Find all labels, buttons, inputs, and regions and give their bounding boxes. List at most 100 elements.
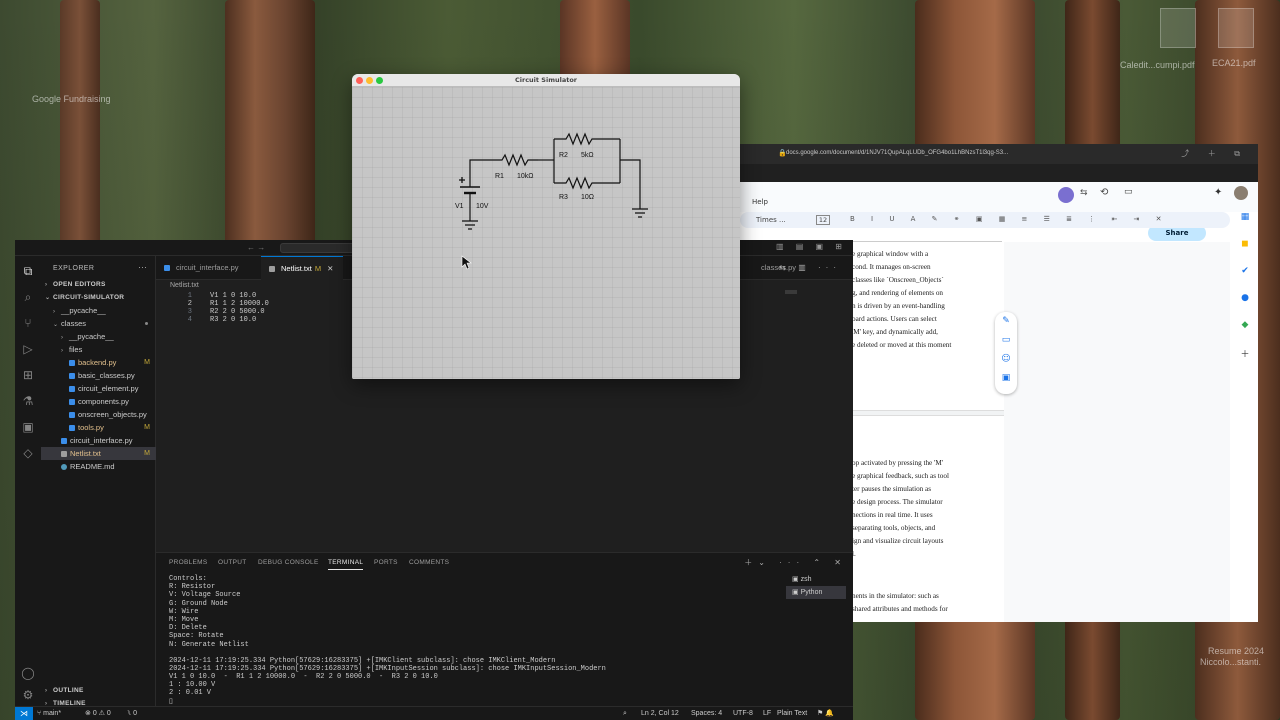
tree-folder[interactable]: › files (41, 343, 156, 356)
resistor-r1[interactable] (492, 153, 538, 167)
browser-controls-icon[interactable]: ⤴ ＋ ⧉ (1181, 148, 1248, 159)
docker-icon[interactable]: ◇ (21, 446, 35, 460)
contacts-icon[interactable]: ● (1236, 293, 1254, 320)
minimap[interactable] (785, 290, 797, 294)
minimize-window-button[interactable] (366, 77, 373, 84)
tree-file[interactable]: basic_classes.py (41, 369, 156, 382)
emoji-icon[interactable]: ☺ (995, 350, 1017, 369)
cursor-position[interactable]: Ln 2, Col 12 (641, 707, 679, 720)
remote-icon[interactable]: ⋊ (15, 707, 33, 720)
code-editor[interactable]: 1 V1 1 0 10.0 2 R1 1 2 10000.0 3 R2 2 0 500… (170, 292, 269, 324)
project-section[interactable]: ⌄ CIRCUIT-SIMULATOR (41, 291, 156, 304)
file-icon[interactable] (1160, 8, 1196, 48)
formatting-tools-icon[interactable]: B I U A ✎ ⚭ ▣ ▦ ≡ ☰ ≣ ⋮ ⇤ ⇥ ✕ (850, 215, 1169, 223)
font-size-field[interactable]: 12 (816, 215, 830, 225)
tab-netlist[interactable]: Netlist.txt M ✕ (261, 256, 344, 280)
code-line: 1 V1 1 0 10.0 (187, 292, 257, 300)
tree-folder[interactable]: ⌄ classes (41, 317, 156, 330)
document-page[interactable]: e graphical window with a cond. It manag… (852, 242, 1004, 622)
breadcrumb[interactable]: Netlist.txt (170, 282, 199, 289)
resistor-r2[interactable] (554, 132, 620, 146)
wire[interactable] (620, 159, 641, 209)
user-avatar[interactable] (1234, 186, 1248, 200)
editor-actions-icon[interactable]: ⇆ ▥ ··· (779, 263, 841, 272)
terminal-line: V1 1 0 10.0 - R1 1 2 10000.0 - R2 2 0 50… (169, 673, 438, 682)
testing-icon[interactable]: ⚗ (21, 394, 35, 408)
problems-status[interactable]: ⊗ 0 ⚠ 0 (85, 707, 111, 720)
notifications-icon[interactable]: ⚑ 🔔 (817, 707, 834, 720)
file-icon[interactable] (1218, 8, 1254, 48)
wire[interactable] (469, 159, 492, 187)
tasks-icon[interactable]: ✔ (1236, 266, 1254, 293)
tab-problems[interactable]: PROBLEMS (169, 559, 208, 566)
encoding[interactable]: UTF-8 (733, 707, 753, 720)
docs-header: Help ⇆ ⟲ ▭ Share ✦ (740, 182, 1258, 241)
language-mode[interactable]: Plain Text (777, 707, 807, 720)
tab-output[interactable]: OUTPUT (218, 559, 247, 566)
history-icon[interactable]: ⟲ (1100, 187, 1108, 198)
tree-file-selected[interactable]: Netlist.txt M (41, 447, 156, 460)
nav-arrows-icon[interactable]: ← → (247, 243, 265, 252)
terminal-session-python[interactable]: ▣ Python (786, 586, 846, 599)
suggest-icon[interactable]: ▣ (995, 369, 1017, 388)
url-field[interactable]: docs.google.com/document/d/1NJV71QupALqL… (786, 150, 1008, 156)
zoom-window-button[interactable] (376, 77, 383, 84)
tab-circuit-interface[interactable]: circuit_interface.py (156, 256, 249, 280)
search-icon[interactable]: ⌕ (21, 290, 35, 304)
font-select[interactable]: Times ... (756, 216, 786, 224)
python-file-icon (69, 360, 75, 366)
circuit-canvas[interactable]: R1 10kΩ R2 5kΩ R3 10Ω V1 10V (352, 87, 740, 379)
tab-ports[interactable]: PORTS (374, 559, 398, 566)
ground-left[interactable] (462, 220, 478, 230)
tab-comments[interactable]: COMMENTS (409, 559, 449, 566)
zoom-icon[interactable]: ⌕ (623, 707, 627, 720)
line-ending[interactable]: LF (763, 707, 771, 720)
terminal-output[interactable]: Controls: R: Resistor V: Voltage Source … (169, 575, 769, 706)
doc-text: e graphical window with a (852, 250, 929, 258)
explorer-icon[interactable]: ⧉ (21, 264, 35, 278)
gear-icon[interactable]: ⚙ (21, 688, 35, 702)
avatar[interactable] (1058, 187, 1074, 203)
close-window-button[interactable] (356, 77, 363, 84)
maps-icon[interactable]: ◆ (1236, 320, 1254, 347)
tree-file[interactable]: components.py (41, 395, 156, 408)
panel-actions-icon[interactable]: ＋⌄ ··· ⌃ ✕ (744, 557, 847, 568)
extensions-icon[interactable]: ⊞ (21, 368, 35, 382)
add-icon[interactable]: ＋ (1236, 347, 1254, 374)
layout-icons[interactable]: ▥ ▤ ▣ ⊞ (776, 242, 847, 251)
more-actions-icon[interactable]: ··· (138, 262, 147, 272)
tree-file[interactable]: tools.py M (41, 421, 156, 434)
ports-status[interactable]: ⑊ 0 (127, 707, 137, 720)
text-file-icon (269, 266, 275, 272)
outline-section[interactable]: › OUTLINE (41, 684, 156, 697)
branch-status[interactable]: ⑂ main* (37, 707, 61, 720)
run-debug-icon[interactable]: ▷ (21, 342, 35, 356)
edit-suggest-icon[interactable]: ✎ (995, 312, 1017, 331)
tree-folder[interactable]: › __pycache__ (41, 330, 156, 343)
resistor-r3[interactable] (554, 176, 620, 190)
tree-file[interactable]: circuit_element.py (41, 382, 156, 395)
add-comment-icon[interactable]: ▭ (995, 331, 1017, 350)
indentation[interactable]: Spaces: 4 (691, 707, 722, 720)
remote-icon[interactable]: ▣ (21, 420, 35, 434)
gemini-icon[interactable]: ✦ (1214, 187, 1222, 198)
tree-file[interactable]: onscreen_objects.py (41, 408, 156, 421)
desktop-label: Caledit...cumpi.pdf (1120, 60, 1195, 70)
menu-help[interactable]: Help (752, 198, 768, 206)
account-icon[interactable]: ◯ (21, 666, 35, 680)
tab-terminal[interactable]: TERMINAL (328, 559, 364, 570)
tree-file[interactable]: backend.py M (41, 356, 156, 369)
tree-file[interactable]: circuit_interface.py (41, 434, 156, 447)
source-control-icon[interactable]: ⑂ (21, 316, 35, 330)
tree-file[interactable]: README.md (41, 460, 156, 473)
close-icon[interactable]: ✕ (327, 264, 333, 273)
keep-icon[interactable]: ◼ (1236, 239, 1254, 266)
ground-right[interactable] (632, 208, 648, 218)
tab-debug-console[interactable]: DEBUG CONSOLE (258, 559, 319, 566)
comment-icon[interactable]: ▭ (1124, 187, 1133, 197)
open-editors-section[interactable]: › OPEN EDITORS (41, 278, 156, 291)
collaboration-icon[interactable]: ⇆ (1080, 188, 1088, 198)
terminal-session-zsh[interactable]: ▣ zsh (786, 573, 846, 586)
tree-folder[interactable]: › __pycache__ (41, 304, 156, 317)
calendar-icon[interactable]: ▦ (1236, 212, 1254, 239)
